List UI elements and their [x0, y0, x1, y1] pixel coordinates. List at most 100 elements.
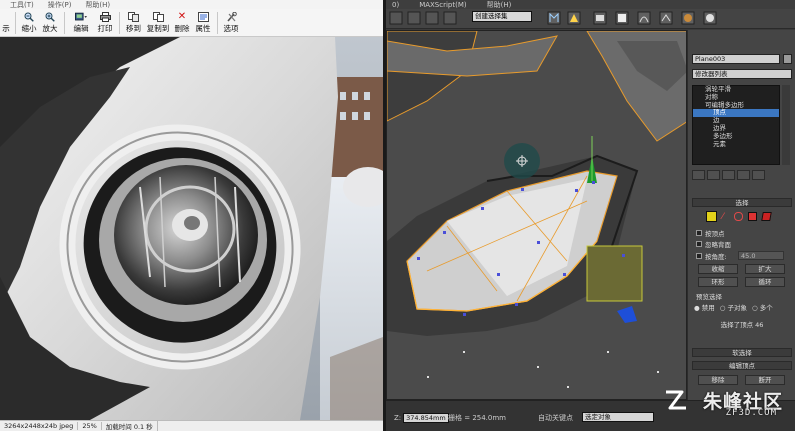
by-vertex-checkbox[interactable]: 按顶点 [696, 228, 725, 238]
preview-disabled-radio[interactable]: ● 禁用 [694, 302, 715, 312]
ring-button[interactable]: 环形 [698, 277, 738, 287]
load-time: 加载时间 0.1 秒 [102, 421, 158, 431]
preview-selection-options: ● 禁用 ○ 子对象 ○ 多个 [694, 302, 773, 312]
edit-button[interactable]: 编辑 [68, 9, 94, 37]
modifier-list-dropdown[interactable]: 修改器列表 [692, 69, 792, 79]
zoom-out-icon [23, 11, 35, 22]
edge-mode-icon[interactable]: ⁄ [722, 212, 724, 222]
angle-spinner[interactable]: 45.0 [738, 251, 784, 260]
named-selection-dropdown[interactable]: 创建选择集 [472, 11, 532, 22]
delete-label: 删除 [174, 24, 190, 33]
fog-lamp-photo [0, 37, 383, 420]
properties-icon [197, 11, 209, 22]
preview-disabled-label: 禁用 [701, 304, 715, 312]
menu-item-prev[interactable]: 0) [392, 1, 399, 9]
delete-button[interactable]: ✕ 删除 [172, 9, 192, 37]
copy-to-button[interactable]: 复制到 [144, 9, 172, 37]
vertex-mode-icon[interactable] [706, 211, 717, 222]
object-name-field[interactable]: Plane003 [692, 54, 780, 64]
options-button[interactable]: 选项 [221, 9, 241, 37]
border-mode-icon[interactable] [734, 212, 743, 221]
move-to-label: 移到 [126, 24, 141, 33]
selection-rollout-title[interactable]: 选择 [692, 198, 792, 207]
stack-item-polygon[interactable]: 多边形 [693, 132, 779, 141]
configure-sets-icon[interactable] [752, 170, 765, 180]
zoom-in-label: 放大 [42, 24, 58, 33]
options-icon [225, 11, 237, 22]
delete-icon: ✕ [177, 11, 187, 22]
preview-subobject-label: 子对象 [727, 304, 748, 312]
zoom-out-label: 缩小 [21, 24, 37, 33]
object-color-swatch[interactable] [783, 54, 792, 64]
by-vertex-label: 按顶点 [705, 230, 725, 238]
move-to-icon [128, 11, 140, 22]
break-button[interactable]: 断开 [745, 375, 785, 385]
command-panel: Plane003 修改器列表 涡轮平滑 对称 可编辑多边形 顶点 边 边界 多边… [687, 30, 795, 400]
make-unique-icon[interactable] [722, 170, 735, 180]
preview-subobject-radio[interactable]: ○ 子对象 [720, 302, 747, 312]
display-button[interactable]: 示 [0, 9, 12, 37]
perspective-viewport[interactable] [386, 30, 687, 400]
grow-button[interactable]: 扩大 [745, 264, 785, 274]
menu-item-maxscript[interactable]: MAXScript(M) [419, 1, 466, 9]
zoom-in-icon [44, 11, 56, 22]
preview-multi-radio[interactable]: ○ 多个 [752, 302, 773, 312]
ignore-backfacing-label: 忽略背面 [705, 241, 731, 249]
toolbar-separator [119, 12, 120, 34]
by-angle-label: 按角度: [705, 253, 727, 261]
shrink-button[interactable]: 收缩 [698, 264, 738, 274]
print-button[interactable]: 打印 [94, 9, 116, 37]
edit-label: 编辑 [73, 24, 89, 33]
copy-to-icon [152, 11, 164, 22]
polygon-mode-icon[interactable] [748, 212, 757, 221]
properties-label: 属性 [195, 24, 211, 33]
stack-item-border[interactable]: 边界 [693, 124, 779, 133]
viewer-menubar: 工具(T) 操作(P) 帮助(H) [0, 0, 383, 9]
soft-selection-rollout[interactable]: 软选择 [692, 348, 792, 357]
z-value-field[interactable]: 374.854mm [403, 413, 449, 423]
max-main-toolbar: 创建选择集 优酷 [386, 9, 795, 60]
zf3d-logo-icon [666, 390, 686, 410]
stack-item-vertex[interactable]: 顶点 [693, 109, 779, 118]
preview-multi-label: 多个 [759, 304, 773, 312]
menu-item-help[interactable]: 帮助(H) [487, 0, 512, 9]
element-mode-icon[interactable] [761, 212, 772, 221]
3dsmax-window: 0) MAXScript(M) 帮助(H) 创建选择集 优酷 [386, 0, 795, 431]
toolbar-separator [217, 12, 218, 34]
stack-item-editable-poly[interactable]: 可编辑多边形 [693, 101, 779, 110]
image-size-info: 3264x2448x24b jpeg [0, 422, 79, 430]
display-icon [0, 11, 12, 22]
pin-stack-icon[interactable] [692, 170, 705, 180]
print-icon [99, 11, 111, 22]
move-to-button[interactable]: 移到 [123, 9, 144, 37]
remove-button[interactable]: 移除 [698, 375, 738, 385]
menu-item-operate[interactable]: 操作(P) [48, 0, 72, 9]
zf3d-site-watermark: ZF3D.COM [725, 408, 777, 418]
preview-selection-label: 预览选择 [696, 293, 722, 301]
menu-item-help[interactable]: 帮助(H) [85, 0, 110, 9]
options-label: 选项 [223, 24, 239, 33]
zoom-out-button[interactable]: 缩小 [19, 9, 39, 37]
show-end-result-icon[interactable] [707, 170, 720, 180]
autokey-label[interactable]: 自动关键点 [538, 413, 573, 423]
remove-modifier-icon[interactable] [737, 170, 750, 180]
grid-size: 栅格 = 254.0mm [448, 414, 506, 422]
z-coordinate: Z: 374.854mm [394, 413, 449, 423]
by-angle-checkbox[interactable]: 按角度: [696, 251, 727, 261]
zoom-in-button[interactable]: 放大 [39, 9, 61, 37]
modifier-stack: 涡轮平滑 对称 可编辑多边形 顶点 边 边界 多边形 元素 [692, 85, 780, 165]
stack-scrollbar[interactable] [782, 85, 790, 165]
key-filter-dropdown[interactable]: 选定对象 [582, 412, 654, 422]
menu-item-tools[interactable]: 工具(T) [10, 0, 34, 9]
stack-item-element[interactable]: 元素 [693, 140, 779, 149]
stack-item-edge[interactable]: 边 [693, 116, 779, 125]
zoom-level: 25% [78, 422, 102, 430]
loop-button[interactable]: 循环 [745, 277, 785, 287]
display-label: 示 [2, 24, 10, 33]
properties-button[interactable]: 属性 [192, 9, 214, 37]
edit-vertices-rollout[interactable]: 编辑顶点 [692, 361, 792, 370]
ignore-backfacing-checkbox[interactable]: 忽略背面 [696, 239, 731, 249]
copy-to-label: 复制到 [146, 24, 170, 33]
z-label: Z: [394, 414, 402, 422]
selection-status: 选择了顶点 46 [720, 321, 764, 329]
